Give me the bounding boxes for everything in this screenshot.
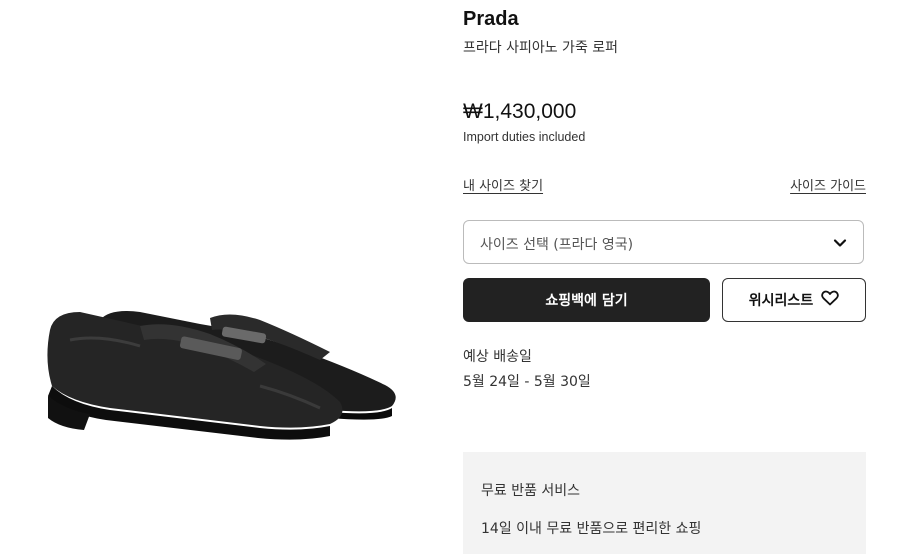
add-to-bag-label: 쇼핑백에 담기 — [545, 293, 628, 309]
wishlist-button[interactable]: 위시리스트 — [722, 278, 866, 322]
wishlist-label: 위시리스트 — [748, 293, 814, 309]
estimated-delivery-label: 예상 배송일 — [463, 349, 532, 365]
free-returns-description: 14일 이내 무료 반품으로 편리한 쇼핑 — [481, 521, 702, 537]
size-select-label: 사이즈 선택 (프라다 영국) — [480, 237, 634, 253]
size-select[interactable]: 사이즈 선택 (프라다 영국) — [463, 220, 864, 264]
chevron-down-icon — [833, 235, 847, 249]
free-returns-title: 무료 반품 서비스 — [481, 483, 581, 499]
find-my-size-link[interactable]: 내 사이즈 찾기 — [463, 175, 543, 194]
product-price: ₩1,430,000 — [463, 100, 577, 123]
product-image — [30, 290, 410, 470]
size-guide-link[interactable]: 사이즈 가이드 — [790, 175, 866, 194]
add-to-bag-button[interactable]: 쇼핑백에 담기 — [463, 278, 710, 322]
estimated-delivery-dates: 5월 24일 - 5월 30일 — [463, 374, 591, 390]
import-duties-note: Import duties included — [463, 130, 586, 144]
product-name: 프라다 사피아노 가죽 로퍼 — [463, 40, 619, 56]
heart-icon — [821, 290, 839, 310]
free-returns-panel: 무료 반품 서비스 14일 이내 무료 반품으로 편리한 쇼핑 — [463, 452, 866, 554]
brand-name: Prada — [463, 8, 519, 30]
